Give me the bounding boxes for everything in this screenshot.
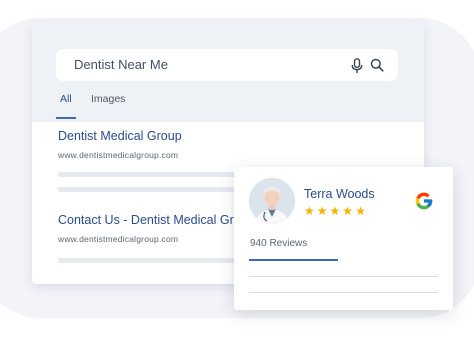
review-card: Terra Woods ★ ★ ★ ★ ★ 940 Reviews <box>234 167 453 310</box>
avatar <box>249 178 295 224</box>
google-icon <box>415 192 433 210</box>
result-title[interactable]: Contact Us - Dentist Medical Group <box>58 213 255 227</box>
reviewer-name: Terra Woods <box>304 187 375 201</box>
search-input[interactable]: Dentist Near Me <box>74 57 168 72</box>
tab-all[interactable]: All <box>60 93 72 105</box>
result-url: www.dentistmedicalgroup.com <box>58 234 179 244</box>
review-count: 940 Reviews <box>250 238 308 249</box>
divider <box>249 292 438 293</box>
star-rating: ★ ★ ★ ★ ★ <box>304 205 366 217</box>
search-bar[interactable]: Dentist Near Me <box>56 49 398 81</box>
result-url: www.dentistmedicalgroup.com <box>58 150 179 160</box>
snippet-line <box>58 187 238 192</box>
result-title[interactable]: Dentist Medical Group <box>58 129 182 143</box>
tab-active-indicator <box>56 117 76 119</box>
snippet-line <box>58 172 238 177</box>
search-icon[interactable] <box>370 58 384 72</box>
star-icon: ★ <box>342 204 354 218</box>
snippet-line <box>58 258 238 263</box>
star-icon: ★ <box>329 204 341 218</box>
divider <box>249 276 438 277</box>
review-count-underline <box>249 259 338 261</box>
mic-icon[interactable] <box>351 58 363 74</box>
star-icon: ★ <box>316 204 328 218</box>
star-icon: ★ <box>304 204 315 218</box>
star-icon: ★ <box>355 204 366 218</box>
tab-images[interactable]: Images <box>91 93 125 105</box>
